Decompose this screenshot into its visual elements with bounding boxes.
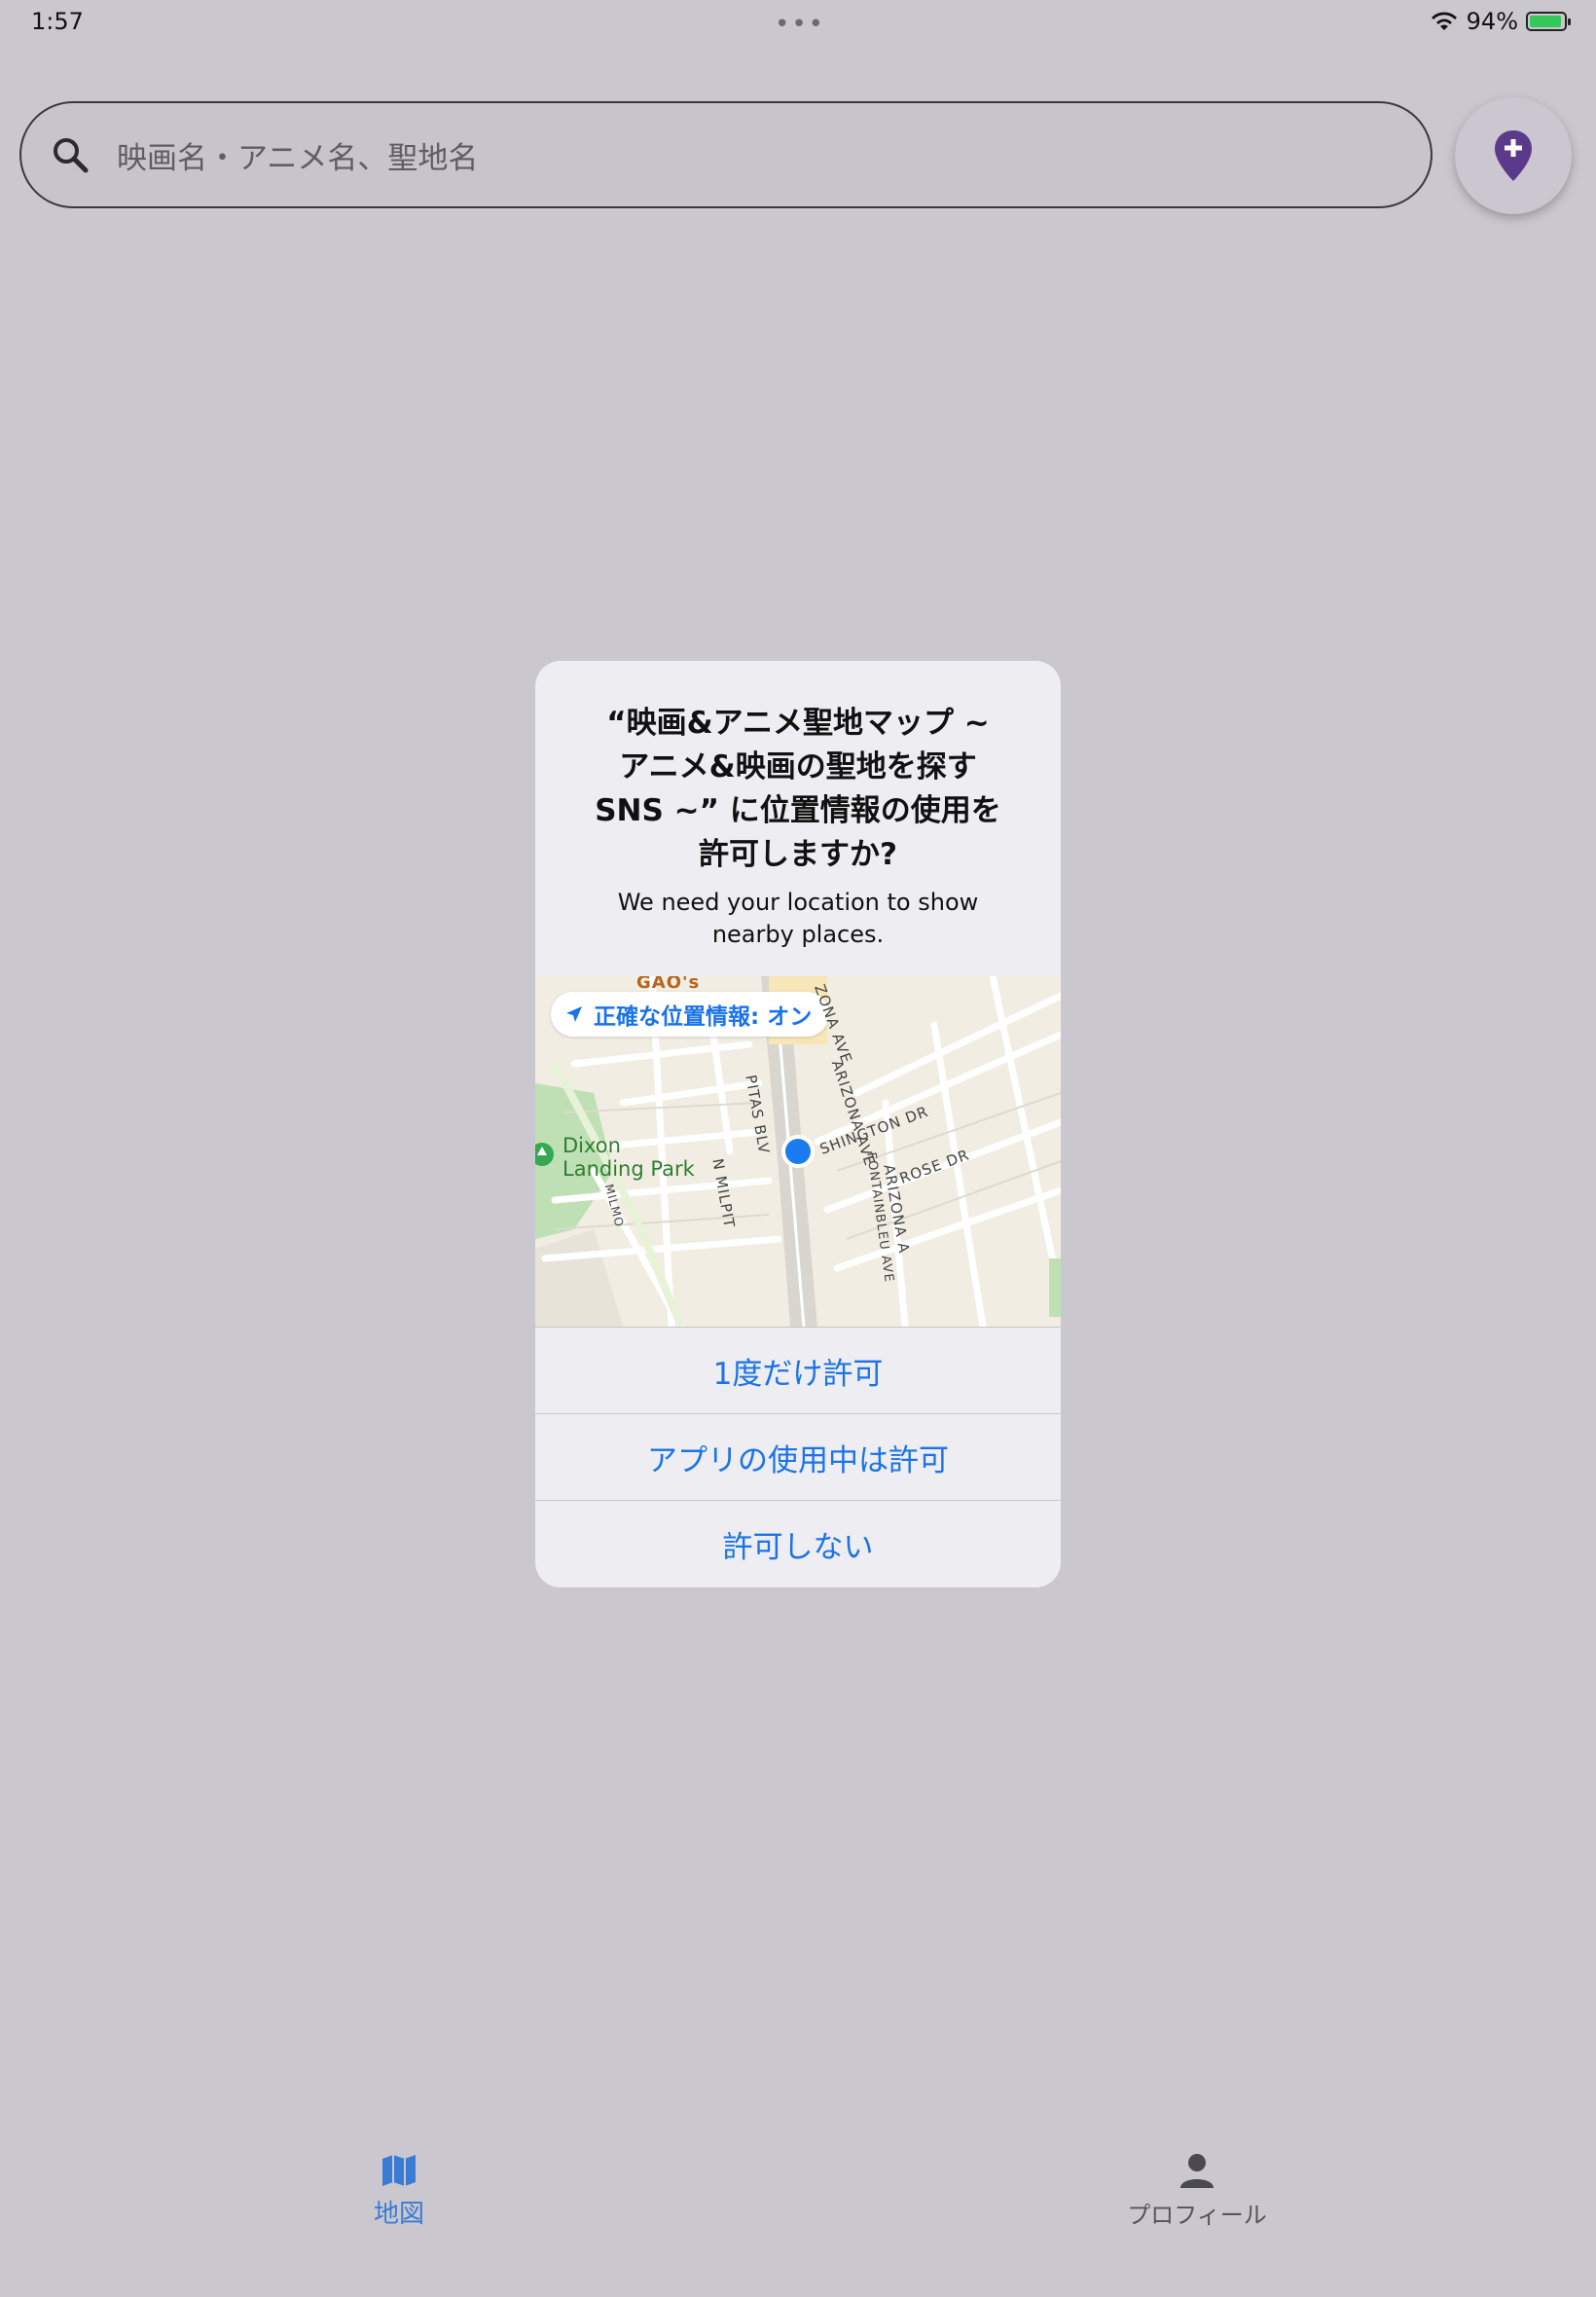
bottom-navigation: 地図 プロフィール	[0, 2133, 1596, 2297]
wifi-icon	[1431, 12, 1457, 30]
location-permission-dialog: “映画&アニメ聖地マップ ~ アニメ&映画の聖地を探す SNS ~” に位置情報…	[535, 661, 1061, 1587]
add-location-button[interactable]	[1455, 97, 1572, 214]
map-label-park: Dixon Landing Park	[562, 1134, 699, 1181]
multitasking-dots[interactable]: •••	[775, 10, 825, 39]
status-time: 1:57	[31, 8, 84, 35]
search-icon	[54, 138, 89, 173]
dont-allow-button[interactable]: 許可しない	[535, 1500, 1061, 1586]
person-icon	[1180, 2154, 1214, 2188]
status-right: 94%	[1430, 8, 1571, 35]
nav-label-profile: プロフィール	[1127, 2202, 1267, 2229]
dialog-title: “映画&アニメ聖地マップ ~ アニメ&映画の聖地を探す SNS ~” に位置情報…	[595, 706, 1001, 872]
park-name: Dixon Landing Park	[562, 1134, 695, 1181]
map-icon	[382, 2155, 416, 2186]
allow-while-using-button[interactable]: アプリの使用中は許可	[535, 1413, 1061, 1500]
battery-percent: 94%	[1466, 8, 1518, 35]
precise-location-label: 正確な位置情報: オン	[594, 1004, 813, 1030]
search-bar[interactable]: 映画名・アニメ名、聖地名	[19, 101, 1433, 208]
allow-once-button[interactable]: 1度だけ許可	[535, 1327, 1061, 1413]
location-arrow-icon	[566, 1006, 582, 1022]
dialog-message: We need your location to show nearby pla…	[617, 889, 979, 948]
add-location-icon	[1495, 130, 1532, 181]
location-map-preview: 正確な位置情報: オン GAO's PITAS BLV SHINGTON DR …	[535, 976, 1061, 1327]
search-input[interactable]: 映画名・アニメ名、聖地名	[117, 133, 478, 177]
current-location-dot	[781, 1135, 815, 1168]
nav-item-map[interactable]: 地図	[350, 2151, 448, 2230]
precise-location-toggle[interactable]: 正確な位置情報: オン	[551, 992, 830, 1037]
nav-label-map: 地図	[373, 2200, 424, 2229]
battery-level-fill	[1530, 16, 1562, 27]
park-pin-icon	[535, 1143, 554, 1166]
map-label-gaos: GAO's	[636, 976, 701, 993]
nav-item-profile[interactable]: プロフィール	[1100, 2151, 1294, 2230]
battery-charging-icon	[1526, 12, 1571, 31]
app-screen: 1:57 ••• 94% 映画名・アニメ名、聖地名 “映画&アニメ聖地マップ ~…	[0, 0, 1596, 2297]
